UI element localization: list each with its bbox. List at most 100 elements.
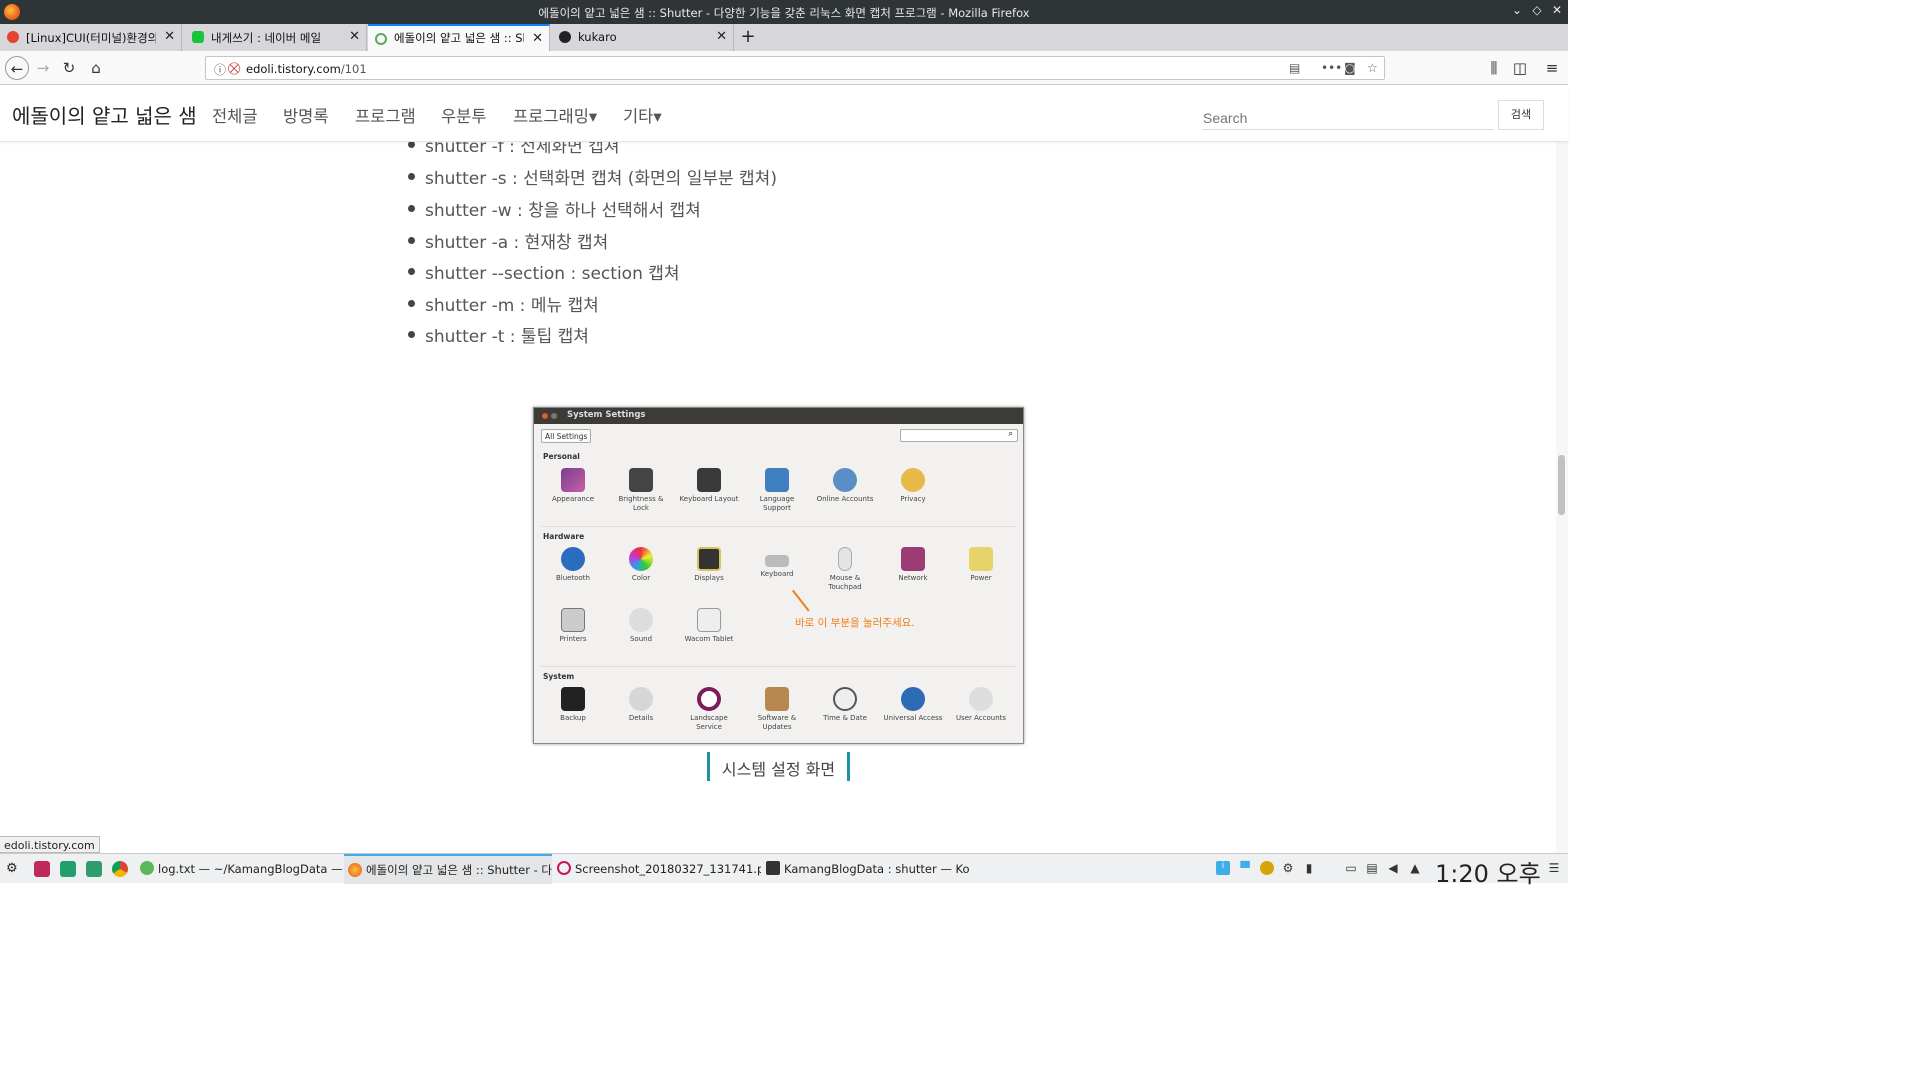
- chevron-up-icon[interactable]: ▲: [1408, 861, 1422, 875]
- home-icon[interactable]: ⌂: [84, 56, 108, 80]
- task-screenshot[interactable]: Screenshot_20180327_131741.pn...: [553, 854, 761, 884]
- pocket-icon[interactable]: ◙: [1344, 61, 1356, 75]
- printer-icon: [561, 608, 585, 632]
- online-accounts-icon: [833, 468, 857, 492]
- menu-all-posts[interactable]: 전체글: [212, 103, 258, 127]
- display-tray-icon[interactable]: ▭: [1344, 861, 1358, 875]
- printers-item: Printers: [543, 608, 603, 644]
- taskbar: ⚙ log.txt — ~/KamangBlogData — A... 에돌이의…: [0, 853, 1568, 888]
- list-item: shutter -a : 현재창 캡쳐: [407, 228, 608, 253]
- accessibility-icon: [901, 687, 925, 711]
- task-konsole[interactable]: KamangBlogData : shutter — Kon...: [762, 854, 970, 884]
- tab-linux-cui[interactable]: [Linux]CUI(터미널)환경의 텍스 ✕: [0, 24, 182, 51]
- close-tab-icon[interactable]: ✕: [349, 29, 360, 44]
- blog-header: 에돌이의 얕고 넓은 샘 전체글 방명록 프로그램 우분투 프로그래밍▾ 기타▾…: [0, 86, 1568, 142]
- naver-mail-favicon-icon: [192, 31, 204, 43]
- bluetooth-item: Bluetooth: [543, 547, 603, 583]
- window-titlebar: 에돌이의 얕고 넓은 샘 :: Shutter - 다양한 기능을 갖춘 리눅스…: [0, 0, 1568, 24]
- menu-guestbook[interactable]: 방명록: [283, 103, 329, 127]
- keyboard-icon: [765, 555, 789, 567]
- system-settings-screenshot[interactable]: System Settings All Settings ⌕ Personal …: [533, 407, 1024, 744]
- task-firefox[interactable]: 에돌이의 얕고 넓은 샘 :: Shutter - 다...: [344, 854, 552, 884]
- reader-view-icon[interactable]: ▤: [1289, 61, 1300, 75]
- task-log-txt[interactable]: log.txt — ~/KamangBlogData — A...: [136, 854, 344, 884]
- blog-search-input[interactable]: [1202, 100, 1494, 130]
- minimize-icon[interactable]: ⌄: [1510, 3, 1524, 19]
- input-method-icon[interactable]: i: [1216, 861, 1230, 875]
- appearance-item: Appearance: [543, 468, 603, 504]
- firefox-icon: [348, 863, 362, 877]
- clipboard-icon[interactable]: ▤: [1365, 861, 1379, 875]
- close-window-icon[interactable]: ✕: [1550, 3, 1564, 19]
- scrollbar-thumb[interactable]: [1558, 455, 1565, 515]
- image-viewer-icon: [557, 861, 571, 875]
- settings-tray-icon[interactable]: ⚙: [1281, 861, 1295, 875]
- tab-strip: [Linux]CUI(터미널)환경의 텍스 ✕ 내게쓰기 : 네이버 메일 ✕ …: [0, 24, 1568, 51]
- power-item: Power: [951, 547, 1011, 583]
- intellij-icon[interactable]: [34, 861, 50, 877]
- mouse-icon: [838, 547, 852, 571]
- tablet-icon: [697, 608, 721, 632]
- status-url: edoli.tistory.com: [0, 836, 100, 853]
- clion-icon[interactable]: [86, 861, 102, 877]
- divider: [541, 526, 1016, 527]
- usb-icon[interactable]: ▮: [1302, 861, 1316, 875]
- reload-icon[interactable]: ↻: [57, 56, 81, 80]
- software-box-icon: [765, 687, 789, 711]
- privacy-item: Privacy: [883, 468, 943, 504]
- chat-icon[interactable]: ▀: [1238, 861, 1252, 875]
- app-launcher-icon[interactable]: ⚙: [6, 861, 22, 877]
- terminal-icon: [766, 861, 780, 875]
- close-tab-icon[interactable]: ✕: [716, 29, 727, 44]
- language-support-item: Language Support: [747, 468, 807, 513]
- clock[interactable]: 1:20 오후: [1435, 854, 1541, 889]
- chrome-icon[interactable]: [112, 861, 128, 877]
- keyboard-item: Keyboard: [747, 547, 807, 579]
- list-item: shutter -w : 창을 하나 선택해서 캡쳐: [408, 196, 701, 221]
- tab-kukaro[interactable]: kukaro ✕: [552, 24, 734, 51]
- list-item: shutter -t : 툴팁 캡쳐: [408, 322, 589, 347]
- volume-icon[interactable]: ◀: [1386, 861, 1400, 875]
- library-icon[interactable]: ⫼: [1482, 56, 1506, 80]
- menu-programming[interactable]: 프로그래밍▾: [513, 103, 597, 127]
- landscape-icon: [697, 687, 721, 711]
- close-tab-icon[interactable]: ✕: [164, 29, 175, 44]
- tab-naver-mail[interactable]: 내게쓰기 : 네이버 메일 ✕: [185, 24, 367, 51]
- tab-edoli-blog[interactable]: 에돌이의 얕고 넓은 샘 :: Shutt ✕: [368, 24, 550, 51]
- pycharm-icon[interactable]: [60, 861, 76, 877]
- universal-access-item: Universal Access: [883, 687, 943, 723]
- sidebar-icon[interactable]: ◫: [1508, 56, 1532, 80]
- settings-search-box: ⌕: [900, 429, 1018, 442]
- battery-icon: [969, 547, 993, 571]
- search-button[interactable]: 검색: [1498, 100, 1544, 130]
- wacom-tablet-item: Wacom Tablet: [679, 608, 739, 644]
- kate-editor-icon: [140, 861, 154, 875]
- hamburger-menu-icon[interactable]: ≡: [1540, 56, 1564, 80]
- back-arrow-icon[interactable]: ←: [5, 56, 29, 80]
- menu-program[interactable]: 프로그램: [355, 103, 416, 127]
- page-actions-icon[interactable]: •••: [1321, 61, 1342, 75]
- settings-title: System Settings: [567, 410, 646, 420]
- window-title: 에돌이의 얕고 넓은 샘 :: Shutter - 다양한 기능을 갖춘 리눅스…: [538, 6, 1030, 20]
- flag-icon: [765, 468, 789, 492]
- bookmark-star-icon[interactable]: ☆: [1367, 61, 1378, 75]
- minimize-dot-icon: [551, 413, 557, 419]
- blog-brand[interactable]: 에돌이의 얕고 넓은 샘: [12, 100, 197, 129]
- url-bar[interactable]: ⓘ ⛒ edoli.tistory.com/101 ▤ ••• ◙ ☆: [205, 56, 1385, 80]
- clock-icon: [833, 687, 857, 711]
- maximize-icon[interactable]: ◇: [1530, 3, 1544, 19]
- brightness-lock-item: Brightness & Lock: [611, 468, 671, 513]
- close-dot-icon: [542, 413, 548, 419]
- menu-etc[interactable]: 기타▾: [623, 103, 662, 127]
- menu-ubuntu[interactable]: 우분투: [441, 103, 487, 127]
- info-icon[interactable]: ⓘ: [214, 61, 226, 78]
- divider: [541, 666, 1016, 667]
- forward-arrow-icon[interactable]: →: [31, 56, 55, 80]
- annotation-arrow-icon: [792, 589, 810, 612]
- messenger-icon[interactable]: [1260, 861, 1274, 875]
- close-tab-icon[interactable]: ✕: [532, 31, 543, 46]
- show-desktop-icon[interactable]: ☰: [1547, 861, 1561, 875]
- tab-label: [Linux]CUI(터미널)환경의 텍스: [26, 31, 156, 45]
- new-tab-icon[interactable]: +: [738, 26, 758, 47]
- mouse-touchpad-item: Mouse & Touchpad: [815, 547, 875, 592]
